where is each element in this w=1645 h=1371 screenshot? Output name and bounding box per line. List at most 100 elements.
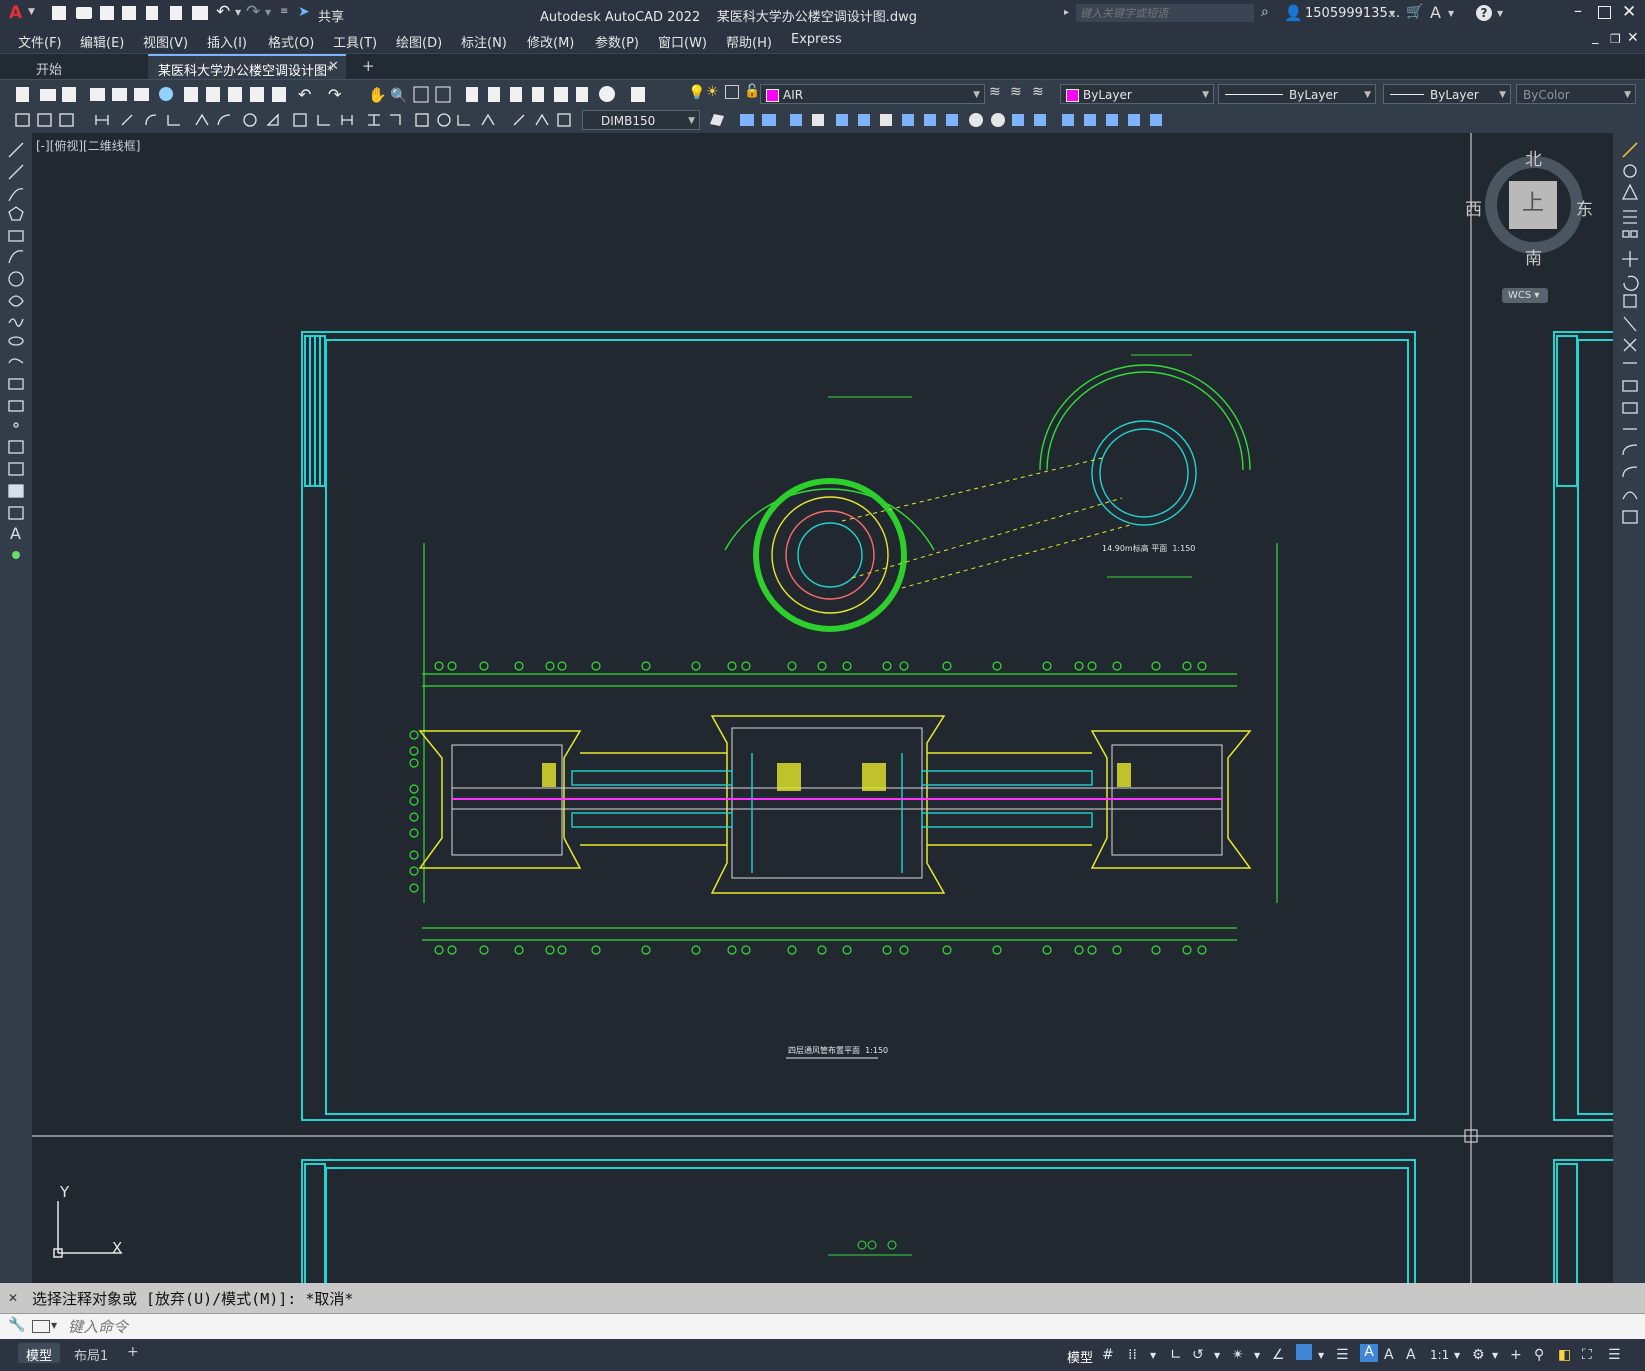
otrack-icon[interactable]: ∠: [1272, 1347, 1285, 1363]
search-input[interactable]: [1076, 4, 1254, 22]
customize-icon[interactable]: 🔧: [8, 1317, 25, 1333]
layer-thaw-icon[interactable]: ☀: [706, 84, 719, 100]
viewcube[interactable]: 上 北 南 西 东: [1465, 150, 1593, 269]
layout-tab-layout1[interactable]: 布局1: [74, 1345, 108, 1364]
command-dropdown-icon[interactable]: ▼: [51, 1321, 57, 1330]
annotation-visibility-icon[interactable]: A: [1360, 1344, 1378, 1362]
tab-drawing[interactable]: 某医科大学办公楼空调设计图* ✕: [148, 54, 346, 80]
menu-view[interactable]: 视图(V): [143, 32, 188, 51]
settings-dropdown-icon[interactable]: ▼: [1492, 1351, 1498, 1360]
viewcube-north[interactable]: 北: [1525, 145, 1542, 170]
user-name[interactable]: 1505999135...: [1305, 6, 1400, 21]
menu-dimension[interactable]: 标注(N): [461, 32, 507, 51]
share-icon[interactable]: ➤: [298, 4, 310, 20]
scale-dropdown-icon[interactable]: ▼: [1454, 1351, 1460, 1360]
dimension-toolbar-icons[interactable]: [6, 110, 576, 130]
menu-insert[interactable]: 插入(I): [207, 32, 247, 51]
plus-icon[interactable]: +: [1510, 1347, 1522, 1363]
app-menu-dropdown-icon[interactable]: ▼: [28, 7, 35, 17]
close-icon[interactable]: ✕: [1622, 2, 1636, 22]
redo-dropdown-icon[interactable]: ▼: [265, 8, 271, 17]
doc-minimize-icon[interactable]: _: [1592, 30, 1599, 45]
help-icon[interactable]: ?: [1476, 5, 1492, 21]
menu-draw[interactable]: 绘图(D): [396, 32, 442, 51]
viewcube-east[interactable]: 东: [1576, 195, 1593, 220]
save-as-icon[interactable]: [122, 6, 136, 20]
user-icon[interactable]: 👤: [1284, 4, 1303, 22]
new-tab-button[interactable]: +: [362, 57, 375, 75]
lineweight-dropdown[interactable]: ByLayer ▼: [1383, 84, 1511, 104]
draw-toolbar-icons[interactable]: A: [6, 141, 26, 581]
undo-icon[interactable]: ↶: [216, 2, 230, 22]
help-dropdown-icon[interactable]: ▼: [1497, 9, 1503, 18]
modify-toolbar-icons[interactable]: [706, 110, 1216, 130]
new-file-icon[interactable]: [52, 6, 66, 20]
search-expand-icon[interactable]: ▸: [1064, 7, 1069, 18]
publish-icon[interactable]: [146, 6, 158, 20]
layer-tools-icon[interactable]: ≋: [989, 84, 1001, 100]
standard-toolbar-icons[interactable]: ↶ ↷ ✋ 🔍: [6, 84, 666, 104]
customization-menu-icon[interactable]: ☰: [1608, 1347, 1621, 1363]
save-icon[interactable]: [100, 6, 114, 20]
menu-help[interactable]: 帮助(H): [726, 32, 772, 51]
snap-icon[interactable]: ⁞⁞: [1128, 1347, 1137, 1363]
layer-previous-icon[interactable]: ≋: [1032, 84, 1044, 100]
drawing-canvas[interactable]: [-][俯视][二维线框] 14.90m标高 平面 1:150 四层通风管布置平…: [32, 133, 1613, 1283]
model-space-button[interactable]: 模型: [1067, 1347, 1093, 1366]
app-logo[interactable]: A: [9, 3, 22, 23]
layer-viewport-icon[interactable]: [725, 85, 739, 99]
doc-restore-icon[interactable]: ❐: [1610, 32, 1621, 46]
command-close-icon[interactable]: ✕: [8, 1291, 18, 1305]
wcs-menu[interactable]: WCS ▾: [1502, 288, 1548, 303]
layer-match-icon[interactable]: ≋: [1010, 84, 1022, 100]
menu-parametric[interactable]: 参数(P): [595, 32, 639, 51]
lineweight-icon[interactable]: ☰: [1336, 1347, 1349, 1363]
command-input[interactable]: [66, 1316, 1570, 1338]
color-dropdown[interactable]: ByLayer ▼: [1060, 84, 1214, 104]
isodraft-icon[interactable]: ✴: [1232, 1347, 1244, 1363]
autoscale-icon[interactable]: A: [1384, 1347, 1394, 1363]
viewcube-west[interactable]: 西: [1465, 195, 1482, 220]
linetype-dropdown[interactable]: ByLayer ▼: [1218, 84, 1376, 104]
user-dropdown-icon[interactable]: ▼: [1389, 9, 1395, 18]
redo-icon[interactable]: ↷: [246, 2, 260, 22]
polar-dropdown-icon[interactable]: ▼: [1214, 1351, 1220, 1360]
viewcube-south[interactable]: 南: [1525, 244, 1542, 269]
plotstyle-dropdown[interactable]: ByColor ▼: [1516, 84, 1636, 104]
osnap-icon[interactable]: [1296, 1344, 1312, 1360]
ortho-icon[interactable]: ∟: [1170, 1347, 1182, 1363]
customize-qat-icon[interactable]: ≡: [280, 6, 288, 17]
command-line[interactable]: 🔧 ▼: [0, 1313, 1645, 1340]
layer-dropdown[interactable]: AIR ▼: [760, 84, 985, 104]
cart-icon[interactable]: 🛒: [1406, 4, 1423, 20]
annotation-scale-value[interactable]: 1:1: [1430, 1348, 1449, 1362]
menu-edit[interactable]: 编辑(E): [80, 32, 124, 51]
minimize-icon[interactable]: –: [1574, 1, 1582, 20]
isodraft-dropdown-icon[interactable]: ▼: [1254, 1351, 1260, 1360]
modify-side-icons[interactable]: [1620, 141, 1640, 541]
tab-close-icon[interactable]: ✕: [328, 59, 339, 74]
grid-icon[interactable]: #: [1102, 1347, 1114, 1363]
isolate-icon[interactable]: ⚲: [1534, 1347, 1544, 1363]
menu-modify[interactable]: 修改(M): [527, 32, 574, 51]
polar-icon[interactable]: ↺: [1192, 1347, 1204, 1363]
layer-on-icon[interactable]: 💡: [688, 85, 705, 101]
tab-start[interactable]: 开始: [0, 54, 148, 80]
menu-express[interactable]: Express: [791, 32, 842, 47]
menu-format[interactable]: 格式(O): [268, 32, 314, 51]
viewcube-top-face[interactable]: 上: [1509, 181, 1557, 229]
dimstyle-dropdown[interactable]: DIMB150 ▼: [582, 110, 700, 130]
undo-dropdown-icon[interactable]: ▼: [235, 8, 241, 17]
menu-window[interactable]: 窗口(W): [658, 32, 707, 51]
plot-icon[interactable]: [192, 6, 208, 20]
doc-close-icon[interactable]: ✕: [1627, 30, 1639, 46]
hardware-acceleration-icon[interactable]: ◧: [1558, 1347, 1571, 1363]
command-recent-icon[interactable]: [32, 1320, 50, 1333]
annotation-scale-icon[interactable]: A: [1406, 1347, 1416, 1363]
search-icon[interactable]: ⌕: [1261, 4, 1269, 20]
maximize-icon[interactable]: [1598, 6, 1611, 19]
new-layout-button[interactable]: +: [127, 1344, 139, 1360]
layout-tab-model[interactable]: 模型: [18, 1343, 60, 1364]
autodesk-app-icon[interactable]: A: [1430, 3, 1441, 22]
snap-dropdown-icon[interactable]: ▼: [1150, 1351, 1156, 1360]
